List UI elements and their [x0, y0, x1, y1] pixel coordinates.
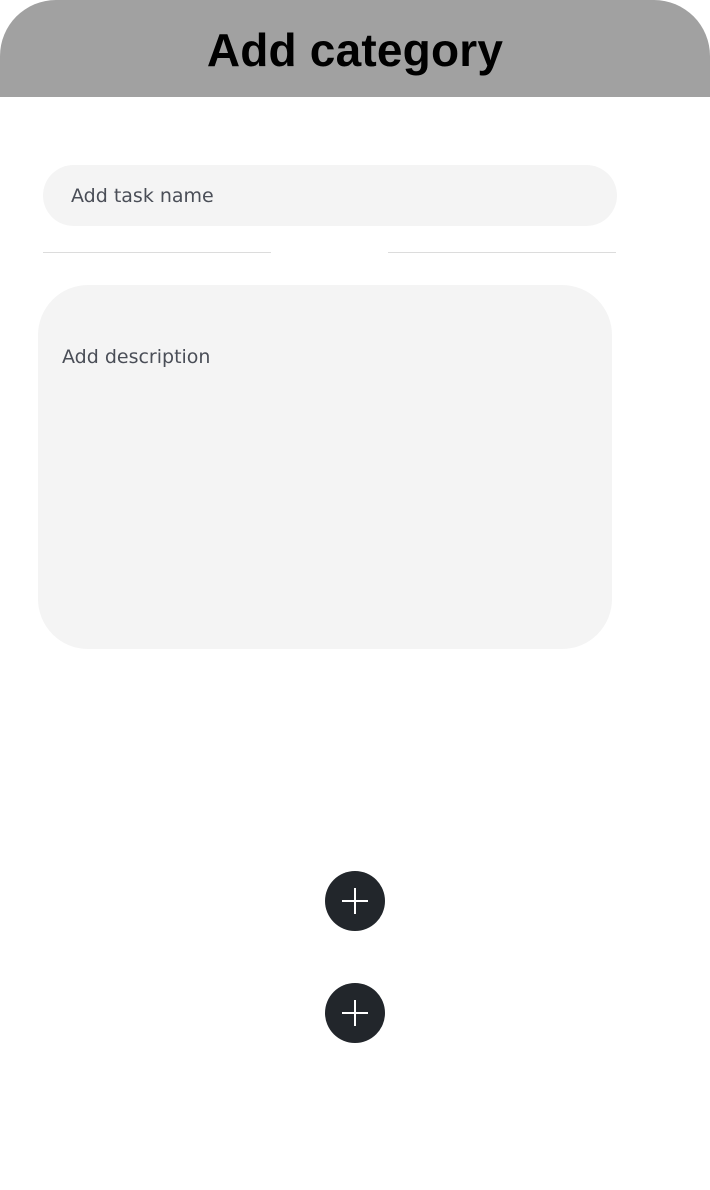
add-button-2[interactable] [325, 983, 385, 1043]
page-title: Add category [206, 23, 504, 76]
description-placeholder: Add description [62, 346, 211, 368]
divider-right [388, 252, 616, 253]
add-button-1[interactable] [325, 871, 385, 931]
plus-icon [342, 888, 368, 914]
description-input[interactable]: Add description [38, 285, 612, 649]
header-bar: Add category [0, 0, 710, 97]
add-category-screen: Add category Add task name Add descripti… [0, 0, 710, 1190]
task-name-placeholder: Add task name [71, 184, 214, 207]
plus-icon [342, 1000, 368, 1026]
task-name-input[interactable]: Add task name [43, 165, 617, 226]
divider-left [43, 252, 271, 253]
